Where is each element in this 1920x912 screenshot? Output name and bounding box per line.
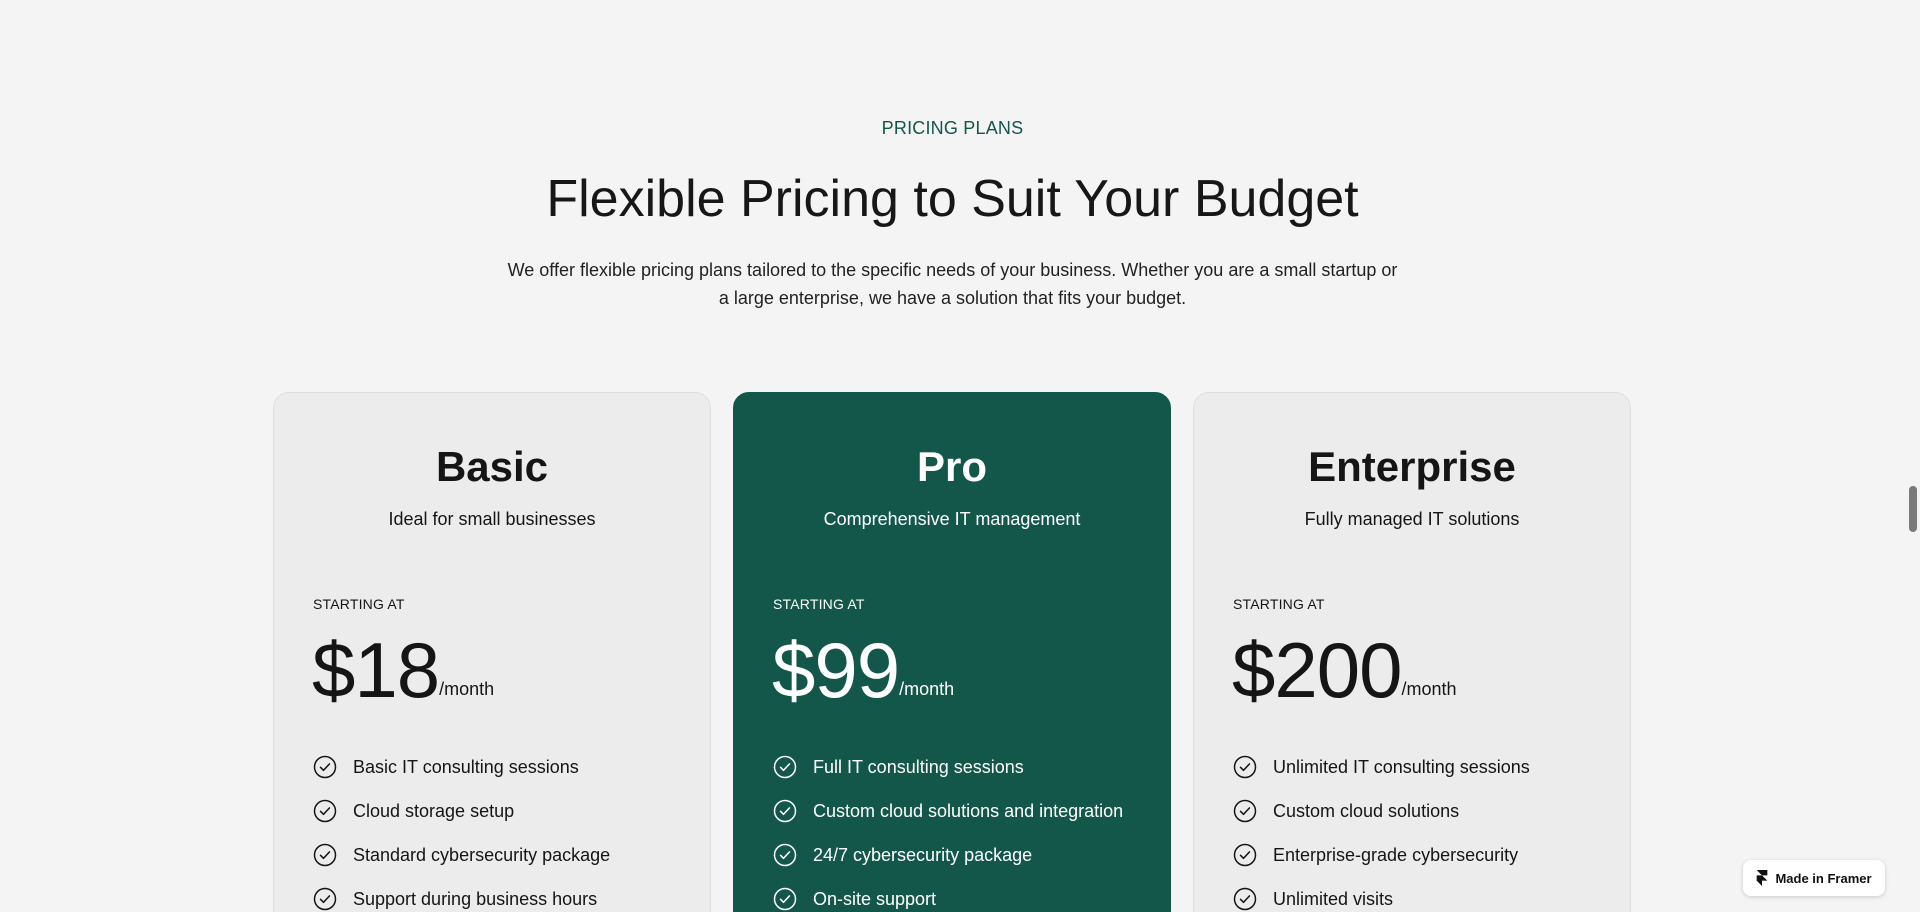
feature-label: On-site support	[813, 888, 937, 909]
badge-label: Made in Framer	[1775, 870, 1872, 886]
feature-item: Custom cloud solutions	[1233, 789, 1530, 833]
check-circle-icon	[1233, 755, 1257, 779]
price-period: /month	[899, 679, 955, 699]
price-row: $200 /month	[1232, 625, 1457, 715]
plan-price: $200	[1232, 626, 1403, 714]
section-eyebrow: PRICING PLANS	[881, 118, 1024, 138]
plan-card-pro: Pro Comprehensive IT management STARTING…	[733, 392, 1171, 912]
feature-label: Custom cloud solutions	[1273, 800, 1460, 821]
feature-item: 24/7 cybersecurity package	[773, 833, 1123, 877]
plan-name: Enterprise	[1308, 443, 1516, 490]
feature-label: 24/7 cybersecurity package	[813, 844, 1033, 865]
feature-list: Full IT consulting sessions Custom cloud…	[773, 745, 1123, 912]
price-row: $18 /month	[312, 625, 494, 715]
price-period: /month	[1401, 679, 1457, 699]
check-circle-icon	[313, 755, 337, 779]
plan-card-basic: Basic Ideal for small businesses STARTIN…	[273, 392, 711, 912]
check-circle-icon	[1233, 799, 1257, 823]
plan-tagline: Fully managed IT solutions	[1304, 509, 1520, 529]
plan-name: Basic	[435, 443, 549, 490]
feature-label: Unlimited IT consulting sessions	[1273, 756, 1530, 777]
feature-item: Standard cybersecurity package	[313, 833, 610, 877]
feature-item: Unlimited IT consulting sessions	[1233, 745, 1530, 789]
check-circle-icon	[313, 887, 337, 911]
plan-tagline: Comprehensive IT management	[823, 509, 1081, 529]
plan-price: $18	[312, 626, 440, 714]
made-in-framer-badge[interactable]: Made in Framer	[1743, 860, 1885, 896]
feature-item: Support during business hours	[313, 877, 610, 912]
scrollbar-thumb[interactable]	[1909, 486, 1917, 532]
check-circle-icon	[773, 887, 797, 911]
starting-at-label: STARTING AT	[1233, 596, 1325, 612]
feature-item: Enterprise-grade cybersecurity	[1233, 833, 1530, 877]
feature-item: Unlimited visits	[1233, 877, 1530, 912]
feature-label: Unlimited visits	[1273, 888, 1394, 909]
feature-item: Full IT consulting sessions	[773, 745, 1123, 789]
check-circle-icon	[1233, 887, 1257, 911]
feature-label: Support during business hours	[353, 888, 598, 909]
check-circle-icon	[1233, 843, 1257, 867]
feature-label: Cloud storage setup	[353, 800, 515, 821]
feature-item: On-site support	[773, 877, 1123, 912]
feature-label: Enterprise-grade cybersecurity	[1273, 844, 1519, 865]
feature-label: Full IT consulting sessions	[813, 756, 1024, 777]
feature-label: Custom cloud solutions and integration	[813, 800, 1124, 821]
plan-card-enterprise: Enterprise Fully managed IT solutions ST…	[1193, 392, 1631, 912]
price-row: $99 /month	[772, 625, 954, 715]
feature-list: Unlimited IT consulting sessions Custom …	[1233, 745, 1530, 912]
feature-label: Standard cybersecurity package	[353, 844, 611, 865]
check-circle-icon	[313, 843, 337, 867]
feature-item: Cloud storage setup	[313, 789, 610, 833]
check-circle-icon	[773, 799, 797, 823]
feature-item: Custom cloud solutions and integration	[773, 789, 1123, 833]
section-description: We offer flexible pricing plans tailored…	[507, 260, 1398, 308]
pricing-page: PRICING PLANS Flexible Pricing to Suit Y…	[0, 0, 1920, 912]
price-period: /month	[439, 679, 495, 699]
check-circle-icon	[773, 843, 797, 867]
plan-tagline: Ideal for small businesses	[388, 509, 596, 529]
check-circle-icon	[313, 799, 337, 823]
plan-price: $99	[772, 626, 900, 714]
starting-at-label: STARTING AT	[773, 596, 865, 612]
check-circle-icon	[773, 755, 797, 779]
feature-item: Basic IT consulting sessions	[313, 745, 610, 789]
feature-list: Basic IT consulting sessions Cloud stora…	[313, 745, 610, 912]
feature-label: Basic IT consulting sessions	[353, 756, 579, 777]
framer-logo-icon	[1757, 870, 1768, 886]
plan-name: Pro	[916, 443, 987, 490]
scrollbar[interactable]	[1905, 0, 1920, 912]
starting-at-label: STARTING AT	[313, 596, 405, 612]
section-title: Flexible Pricing to Suit Your Budget	[546, 170, 1359, 228]
